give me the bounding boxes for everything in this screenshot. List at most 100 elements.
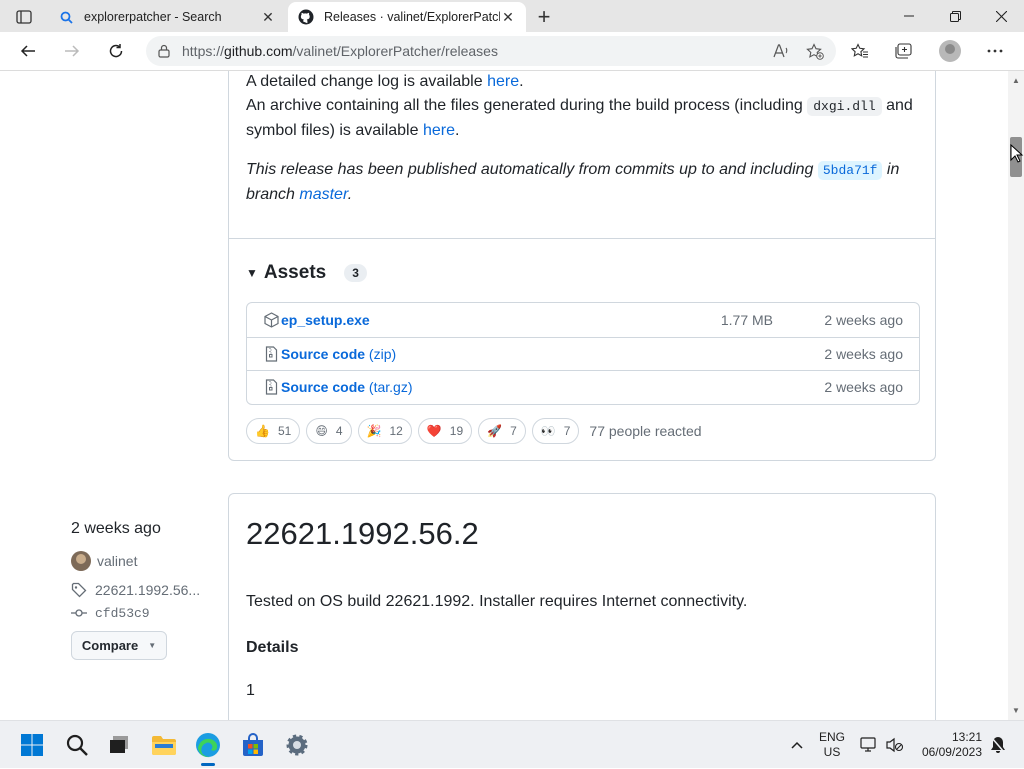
asset-date: 2 weeks ago	[824, 345, 903, 362]
file-zip-icon	[263, 379, 279, 395]
task-view-button[interactable]	[103, 729, 135, 761]
clock-date: 06/09/2023	[921, 745, 982, 759]
lock-icon[interactable]	[146, 44, 182, 58]
add-favorite-icon[interactable]	[802, 38, 828, 64]
arrow-right-icon	[65, 45, 80, 57]
language-code: ENG	[818, 730, 845, 744]
clock-time: 13:21	[951, 730, 982, 744]
changelog-paragraph: A detailed change log is available here.…	[246, 73, 913, 139]
scroll-down-icon[interactable]: ▼	[1011, 705, 1021, 715]
triangle-down-icon: ▼	[246, 266, 258, 280]
show-hidden-icons-button[interactable]	[787, 721, 807, 769]
asset-link[interactable]: ep_setup.exe	[281, 312, 370, 328]
taskbar: ENG US 13:21 06/09/2023	[0, 720, 1024, 768]
settings-button[interactable]	[281, 729, 313, 761]
collections-button[interactable]	[889, 37, 919, 65]
collections-icon	[895, 43, 912, 59]
active-app-indicator	[201, 763, 215, 766]
tab-title: Releases · valinet/ExplorerPatche	[324, 10, 500, 24]
branch-link[interactable]: master	[299, 186, 347, 203]
file-explorer-button[interactable]	[148, 729, 180, 761]
url-host: github.com	[224, 43, 293, 59]
changelog-text: A detailed change log is available	[246, 73, 488, 90]
notifications-button[interactable]	[988, 721, 1008, 769]
page-scrollbar[interactable]: ▲ ▼	[1008, 71, 1024, 720]
reactions-summary[interactable]: 77 people reacted	[589, 423, 701, 439]
url-text[interactable]: https://github.com/valinet/ExplorerPatch…	[182, 43, 768, 59]
assets-label: Assets	[263, 262, 327, 283]
address-bar[interactable]: https://github.com/valinet/ExplorerPatch…	[146, 36, 836, 66]
profile-button[interactable]	[935, 37, 965, 65]
assets-toggle[interactable]: ▼ Assets 3	[246, 262, 367, 284]
close-tab-icon[interactable]: ✕	[500, 9, 516, 25]
taskbar-search-button[interactable]	[61, 729, 93, 761]
reaction-eyes[interactable]: 👀 7	[531, 418, 580, 444]
input-language-button[interactable]: ENG US	[815, 721, 849, 769]
minimize-button[interactable]	[886, 0, 932, 32]
tab-actions-button[interactable]	[10, 6, 38, 28]
asset-link[interactable]: Source code (tar.gz)	[281, 379, 413, 395]
release-description: Tested on OS build 22621.1992. Installer…	[246, 593, 748, 610]
asset-link[interactable]: Source code (zip)	[281, 346, 396, 362]
thumbs-up-icon: 👍	[255, 424, 270, 438]
forward-button[interactable]	[58, 38, 86, 64]
task-view-icon	[110, 736, 128, 753]
asset-row: Source code (tar.gz) 2 weeks ago	[247, 370, 919, 404]
changelog-link[interactable]: here	[487, 73, 519, 90]
tab-search[interactable]: explorerpatcher - Search ✕	[48, 2, 286, 32]
release-author[interactable]: valinet	[71, 551, 137, 571]
asset-name: ep_setup.exe	[281, 311, 370, 328]
reaction-count: 4	[335, 424, 343, 438]
hooray-icon: 🎉	[366, 424, 382, 438]
url-prefix: https://	[182, 43, 225, 59]
release-title[interactable]: 22621.1992.56.2	[246, 516, 479, 552]
minimize-icon	[904, 15, 914, 17]
volume-muted-icon	[886, 737, 904, 753]
reaction-laugh[interactable]: 😄 4	[306, 418, 352, 444]
more-icon	[987, 49, 1003, 53]
details-heading: Details	[246, 639, 299, 656]
new-tab-button[interactable]: +	[533, 4, 555, 29]
tab-releases[interactable]: Releases · valinet/ExplorerPatche ✕	[288, 2, 526, 32]
start-button[interactable]	[16, 729, 48, 761]
network-button[interactable]	[858, 721, 880, 769]
scroll-up-icon[interactable]: ▲	[1011, 75, 1021, 85]
close-window-button[interactable]	[978, 0, 1024, 32]
commit-sha-link[interactable]: 5bda71f	[817, 161, 883, 180]
arrow-left-icon	[20, 45, 35, 57]
asset-row: Source code (zip) 2 weeks ago	[247, 336, 919, 371]
clock-button[interactable]: 13:21 06/09/2023	[912, 721, 982, 769]
favorites-button[interactable]	[845, 37, 875, 65]
reaction-thumbs-up[interactable]: 👍 51	[246, 418, 301, 444]
edge-icon	[196, 733, 220, 758]
reaction-heart[interactable]: ❤️ 19	[417, 418, 473, 444]
favorites-icon	[851, 43, 868, 58]
archive-link[interactable]: here	[423, 122, 455, 139]
file-zip-icon	[263, 346, 279, 362]
mouse-cursor-icon	[1010, 143, 1024, 164]
compare-label: Compare	[81, 638, 139, 653]
release-tag[interactable]: 22621.1992.56...	[71, 582, 200, 598]
author-name: valinet	[97, 553, 138, 569]
rocket-icon: 🚀	[487, 424, 503, 438]
reaction-count: 7	[510, 424, 517, 438]
asset-row: ep_setup.exe 1.77 MB 2 weeks ago	[247, 303, 919, 337]
restore-button[interactable]	[932, 0, 978, 32]
asset-ext: (tar.gz)	[365, 379, 413, 396]
release-commit[interactable]: cfd53c9	[71, 605, 150, 621]
reaction-hooray[interactable]: 🎉 12	[357, 418, 412, 444]
close-tab-icon[interactable]: ✕	[260, 9, 276, 25]
back-button[interactable]	[14, 38, 42, 64]
store-button[interactable]	[237, 729, 269, 761]
reaction-count: 51	[277, 424, 292, 438]
refresh-button[interactable]	[102, 38, 130, 64]
edge-taskbar-button[interactable]	[192, 729, 224, 761]
more-button[interactable]	[980, 37, 1010, 65]
reaction-rocket[interactable]: 🚀 7	[478, 418, 526, 444]
page-viewport: A detailed change log is available here.…	[0, 71, 1008, 720]
read-aloud-icon[interactable]	[768, 38, 794, 64]
volume-button[interactable]	[884, 721, 906, 769]
compare-button[interactable]: Compare ▼	[71, 631, 167, 660]
tab-strip: explorerpatcher - Search ✕ Releases · va…	[0, 0, 1024, 32]
reactions-bar: 👍 51 😄 4 🎉 12 ❤️ 19 🚀 7 👀 7 77 people reacted	[246, 418, 702, 444]
